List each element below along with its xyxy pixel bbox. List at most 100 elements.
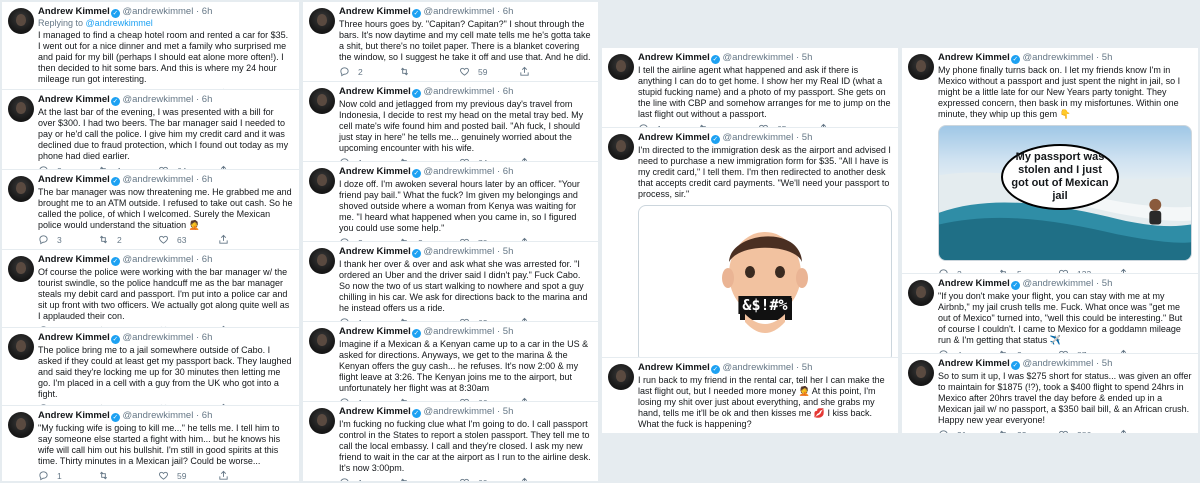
author-name[interactable]: Andrew Kimmel (638, 52, 710, 63)
tweet-time[interactable]: 5h (802, 362, 813, 373)
author-name[interactable]: Andrew Kimmel (339, 406, 411, 417)
tweet[interactable]: Andrew Kimmel ✓ @andrewkimmel · 6h The po… (2, 328, 299, 406)
tweet[interactable]: Andrew Kimmel ✓ @andrewkimmel · 5h So to … (902, 354, 1198, 433)
tweet[interactable]: Andrew Kimmel ✓ @andrewkimmel · 6h Three … (303, 2, 598, 82)
author-name[interactable]: Andrew Kimmel (38, 94, 110, 105)
tweet-time[interactable]: 6h (202, 174, 213, 185)
avatar[interactable] (608, 134, 634, 160)
avatar[interactable] (8, 334, 34, 360)
tweet-time[interactable]: 6h (202, 410, 213, 421)
author-handle[interactable]: @andrewkimmel (423, 6, 494, 17)
tweet[interactable]: Andrew Kimmel ✓ @andrewkimmel · 6h The ba… (2, 170, 299, 250)
avatar[interactable] (309, 8, 335, 34)
tweet-time[interactable]: 5h (802, 52, 813, 63)
tweet[interactable]: Andrew Kimmel ✓ @andrewkimmel · 6h Now co… (303, 82, 598, 162)
tweet[interactable]: Andrew Kimmel ✓ @andrewkimmel · 5h Imagin… (303, 322, 598, 402)
tweet-time[interactable]: 6h (503, 166, 514, 177)
reply-icon[interactable] (339, 477, 350, 481)
author-name[interactable]: Andrew Kimmel (938, 52, 1010, 63)
tweet-time[interactable]: 5h (503, 406, 514, 417)
avatar[interactable] (309, 248, 335, 274)
retweet-icon[interactable] (98, 470, 109, 481)
replying-to-handle[interactable]: @andrewkimmel (86, 18, 153, 28)
author-name[interactable]: Andrew Kimmel (339, 326, 411, 337)
author-handle[interactable]: @andrewkimmel (423, 166, 494, 177)
author-handle[interactable]: @andrewkimmel (122, 94, 193, 105)
author-name[interactable]: Andrew Kimmel (38, 6, 110, 17)
tweet[interactable]: Andrew Kimmel ✓ @andrewkimmel · 6h Replyi… (2, 2, 299, 90)
tweet[interactable]: Andrew Kimmel ✓ @andrewkimmel · 6h At the… (2, 90, 299, 170)
avatar[interactable] (908, 54, 934, 80)
reply-icon[interactable] (38, 470, 49, 481)
author-name[interactable]: Andrew Kimmel (339, 166, 411, 177)
tweet[interactable]: Andrew Kimmel ✓ @andrewkimmel · 6h I doze… (303, 162, 598, 242)
tweet-time[interactable]: 6h (202, 6, 213, 17)
author-name[interactable]: Andrew Kimmel (339, 246, 411, 257)
avatar[interactable] (908, 280, 934, 306)
avatar[interactable] (8, 96, 34, 122)
tweet-time[interactable]: 5h (503, 326, 514, 337)
author-handle[interactable]: @andrewkimmel (722, 362, 793, 373)
avatar[interactable] (309, 328, 335, 354)
retweet-icon[interactable] (98, 234, 109, 245)
author-handle[interactable]: @andrewkimmel (722, 132, 793, 143)
avatar[interactable] (908, 360, 934, 386)
avatar[interactable] (608, 364, 634, 390)
author-name[interactable]: Andrew Kimmel (638, 132, 710, 143)
retweet-icon[interactable] (399, 66, 410, 77)
like-icon[interactable] (158, 470, 169, 481)
tweet-time[interactable]: 5h (802, 132, 813, 143)
author-handle[interactable]: @andrewkimmel (1022, 358, 1093, 369)
beach-meme-image[interactable]: My passport was stolen and I just got ou… (938, 125, 1192, 261)
avatar[interactable] (309, 168, 335, 194)
author-name[interactable]: Andrew Kimmel (38, 254, 110, 265)
like-icon[interactable] (459, 66, 470, 77)
author-handle[interactable]: @andrewkimmel (1022, 278, 1093, 289)
author-handle[interactable]: @andrewkimmel (423, 406, 494, 417)
avatar[interactable] (8, 412, 34, 438)
tweet-time[interactable]: 6h (202, 94, 213, 105)
tweet[interactable]: Andrew Kimmel ✓ @andrewkimmel · 5h My pho… (902, 48, 1198, 274)
avatar[interactable] (8, 256, 34, 282)
avatar[interactable] (8, 176, 34, 202)
tweet-time[interactable]: 6h (202, 332, 213, 343)
avatar[interactable] (8, 8, 34, 34)
tweet[interactable]: Andrew Kimmel ✓ @andrewkimmel · 5h "If yo… (902, 274, 1198, 354)
author-handle[interactable]: @andrewkimmel (122, 174, 193, 185)
author-handle[interactable]: @andrewkimmel (722, 52, 793, 63)
tweet[interactable]: Andrew Kimmel ✓ @andrewkimmel · 5h I tell… (602, 48, 898, 128)
reply-icon[interactable] (339, 66, 350, 77)
author-handle[interactable]: @andrewkimmel (1022, 52, 1093, 63)
tweet-time[interactable]: 6h (503, 6, 514, 17)
retweet-icon[interactable] (399, 477, 410, 481)
tweet[interactable]: Andrew Kimmel ✓ @andrewkimmel · 6h Of cou… (2, 250, 299, 328)
author-handle[interactable]: @andrewkimmel (122, 410, 193, 421)
share-icon[interactable] (218, 470, 229, 481)
author-name[interactable]: Andrew Kimmel (938, 278, 1010, 289)
like-icon[interactable] (459, 477, 470, 481)
author-handle[interactable]: @andrewkimmel (122, 332, 193, 343)
reply-icon[interactable] (38, 234, 49, 245)
author-name[interactable]: Andrew Kimmel (38, 174, 110, 185)
tweet[interactable]: Andrew Kimmel ✓ @andrewkimmel · 6h "My fu… (2, 406, 299, 481)
author-name[interactable]: Andrew Kimmel (638, 362, 710, 373)
tweet[interactable]: Andrew Kimmel ✓ @andrewkimmel · 5h I than… (303, 242, 598, 322)
tweet[interactable]: Andrew Kimmel ✓ @andrewkimmel · 5h I run … (602, 358, 898, 433)
tweet-time[interactable]: 6h (202, 254, 213, 265)
tweet[interactable]: Andrew Kimmel ✓ @andrewkimmel · 5h I'm di… (602, 128, 898, 358)
author-handle[interactable]: @andrewkimmel (423, 326, 494, 337)
tweet-time[interactable]: 5h (1102, 278, 1113, 289)
avatar[interactable] (309, 408, 335, 434)
author-handle[interactable]: @andrewkimmel (122, 254, 193, 265)
author-handle[interactable]: @andrewkimmel (423, 86, 494, 97)
share-icon[interactable] (519, 66, 530, 77)
share-icon[interactable] (519, 477, 530, 481)
share-icon[interactable] (218, 234, 229, 245)
author-handle[interactable]: @andrewkimmel (423, 246, 494, 257)
author-name[interactable]: Andrew Kimmel (339, 86, 411, 97)
author-name[interactable]: Andrew Kimmel (938, 358, 1010, 369)
author-name[interactable]: Andrew Kimmel (339, 6, 411, 17)
tweet-time[interactable]: 5h (1102, 358, 1113, 369)
like-icon[interactable] (1058, 429, 1069, 433)
avatar[interactable] (608, 54, 634, 80)
